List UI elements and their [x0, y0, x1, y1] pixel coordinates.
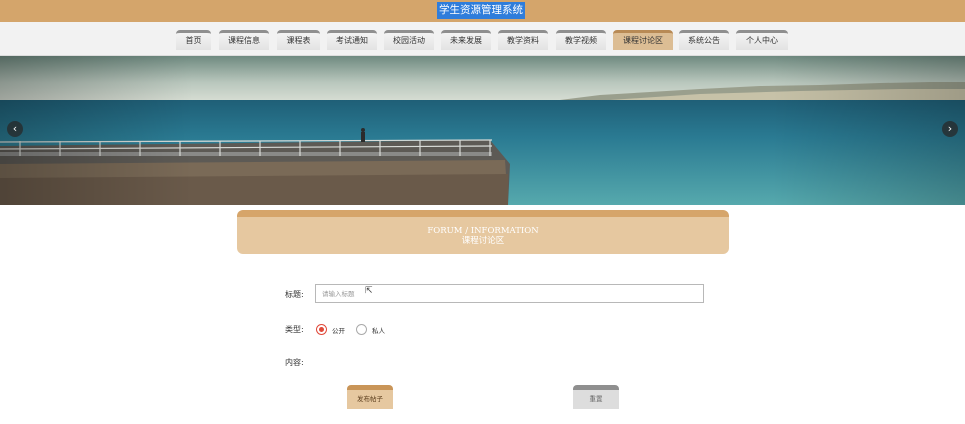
nav-item-future-development[interactable]: 未来发展 — [441, 30, 491, 50]
nav-item-personal-center[interactable]: 个人中心 — [736, 30, 788, 50]
type-radio-private-label[interactable]: 私人 — [372, 325, 385, 335]
top-bar: 学生资源管理系统 — [0, 0, 965, 22]
type-radio-public[interactable] — [316, 324, 327, 335]
banner-image — [0, 56, 965, 205]
nav-item-schedule[interactable]: 课程表 — [277, 30, 320, 50]
section-title-zh: 课程讨论区 — [461, 236, 505, 246]
section-heading: FORUM / INFORMATION 课程讨论区 — [237, 210, 729, 254]
type-label: 类型: — [285, 325, 304, 334]
site-title: 学生资源管理系统 — [437, 2, 525, 19]
mouse-pointer-icon: ⇱ — [365, 286, 373, 296]
submit-post-button[interactable]: 发布帖子 — [347, 385, 393, 409]
carousel-prev-arrow-icon[interactable]: ‹ — [7, 121, 23, 137]
nav-item-teaching-materials[interactable]: 教学资料 — [498, 30, 548, 50]
main-nav: 首页 课程信息 课程表 考试通知 校园活动 未来发展 教学资料 教学视频 课程讨… — [0, 22, 965, 56]
nav-item-exam-notice[interactable]: 考试通知 — [327, 30, 377, 50]
nav-item-system-notice[interactable]: 系统公告 — [679, 30, 729, 50]
title-label: 标题: — [285, 290, 304, 299]
type-radio-public-label[interactable]: 公开 — [332, 325, 345, 335]
nav-item-course-info[interactable]: 课程信息 — [219, 30, 269, 50]
nav-item-home[interactable]: 首页 — [176, 30, 211, 50]
nav-item-campus-events[interactable]: 校园活动 — [384, 30, 434, 50]
nav-item-teaching-videos[interactable]: 教学视频 — [556, 30, 606, 50]
carousel-next-arrow-icon[interactable]: › — [942, 121, 958, 137]
content-label: 内容: — [285, 358, 304, 367]
type-radio-private[interactable] — [356, 324, 367, 335]
reset-button[interactable]: 重置 — [573, 385, 619, 409]
section-title-en: FORUM / INFORMATION — [427, 226, 539, 236]
title-input[interactable] — [315, 284, 704, 303]
banner-carousel: ‹ › — [0, 56, 965, 205]
nav-item-course-forum[interactable]: 课程讨论区 — [613, 30, 673, 50]
